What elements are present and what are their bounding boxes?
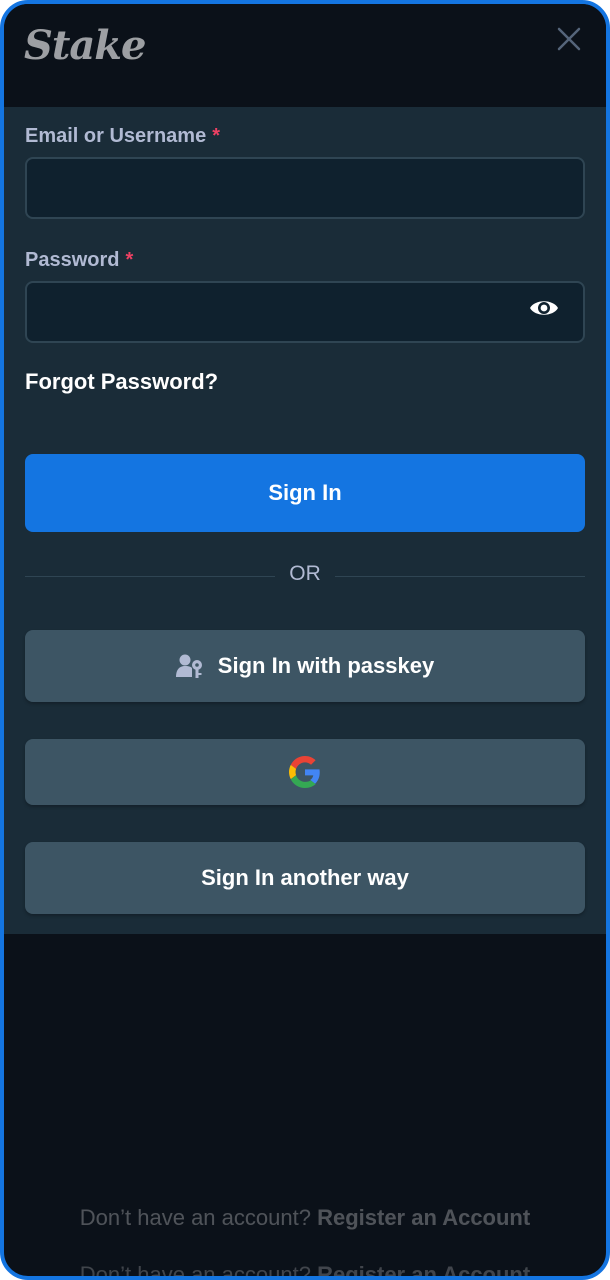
divider-right — [335, 576, 585, 577]
or-separator: OR — [289, 562, 321, 585]
google-sign-in-button[interactable] — [25, 739, 585, 805]
passkey-sign-in-button[interactable]: Sign In with passkey — [25, 630, 585, 702]
sign-in-button[interactable]: Sign In — [25, 454, 585, 532]
register-prompt: Don’t have an account? Register an Accou… — [4, 1205, 606, 1231]
register-link[interactable]: Register an Account — [317, 1205, 530, 1230]
password-input[interactable] — [25, 281, 585, 343]
google-icon — [289, 756, 321, 788]
passkey-button-label: Sign In with passkey — [217, 653, 435, 678]
show-password-button[interactable] — [528, 296, 560, 320]
register-prompt-duplicate: Don’t have an account? Register an Accou… — [4, 1262, 606, 1280]
forgot-password-link[interactable]: Forgot Password? — [25, 369, 218, 395]
required-mark: * — [125, 249, 134, 271]
close-button[interactable] — [556, 26, 582, 52]
password-label-text: Password — [25, 249, 120, 271]
required-mark: * — [212, 125, 220, 147]
register-prompt-text-duplicate: Don’t have an account? — [79, 1262, 311, 1280]
close-icon — [557, 27, 581, 51]
passkey-icon — [175, 653, 204, 679]
login-dialog: Stake Email or Username * Password * Forgo… — [0, 0, 610, 1280]
register-prompt-text: Don’t have an account? — [79, 1205, 311, 1230]
eye-icon — [530, 301, 558, 315]
login-form-panel: Email or Username * Password * Forgot Pass… — [4, 107, 606, 934]
dialog-header: Stake — [4, 4, 606, 107]
email-label-text: Email or Username — [25, 125, 207, 147]
sign-in-another-way-button[interactable]: Sign In another way — [25, 842, 585, 914]
email-input[interactable] — [25, 157, 585, 219]
password-label: Password * — [25, 249, 133, 272]
email-label: Email or Username * — [25, 125, 220, 148]
stake-logo: Stake — [24, 22, 146, 69]
register-link-duplicate[interactable]: Register an Account — [317, 1262, 530, 1276]
